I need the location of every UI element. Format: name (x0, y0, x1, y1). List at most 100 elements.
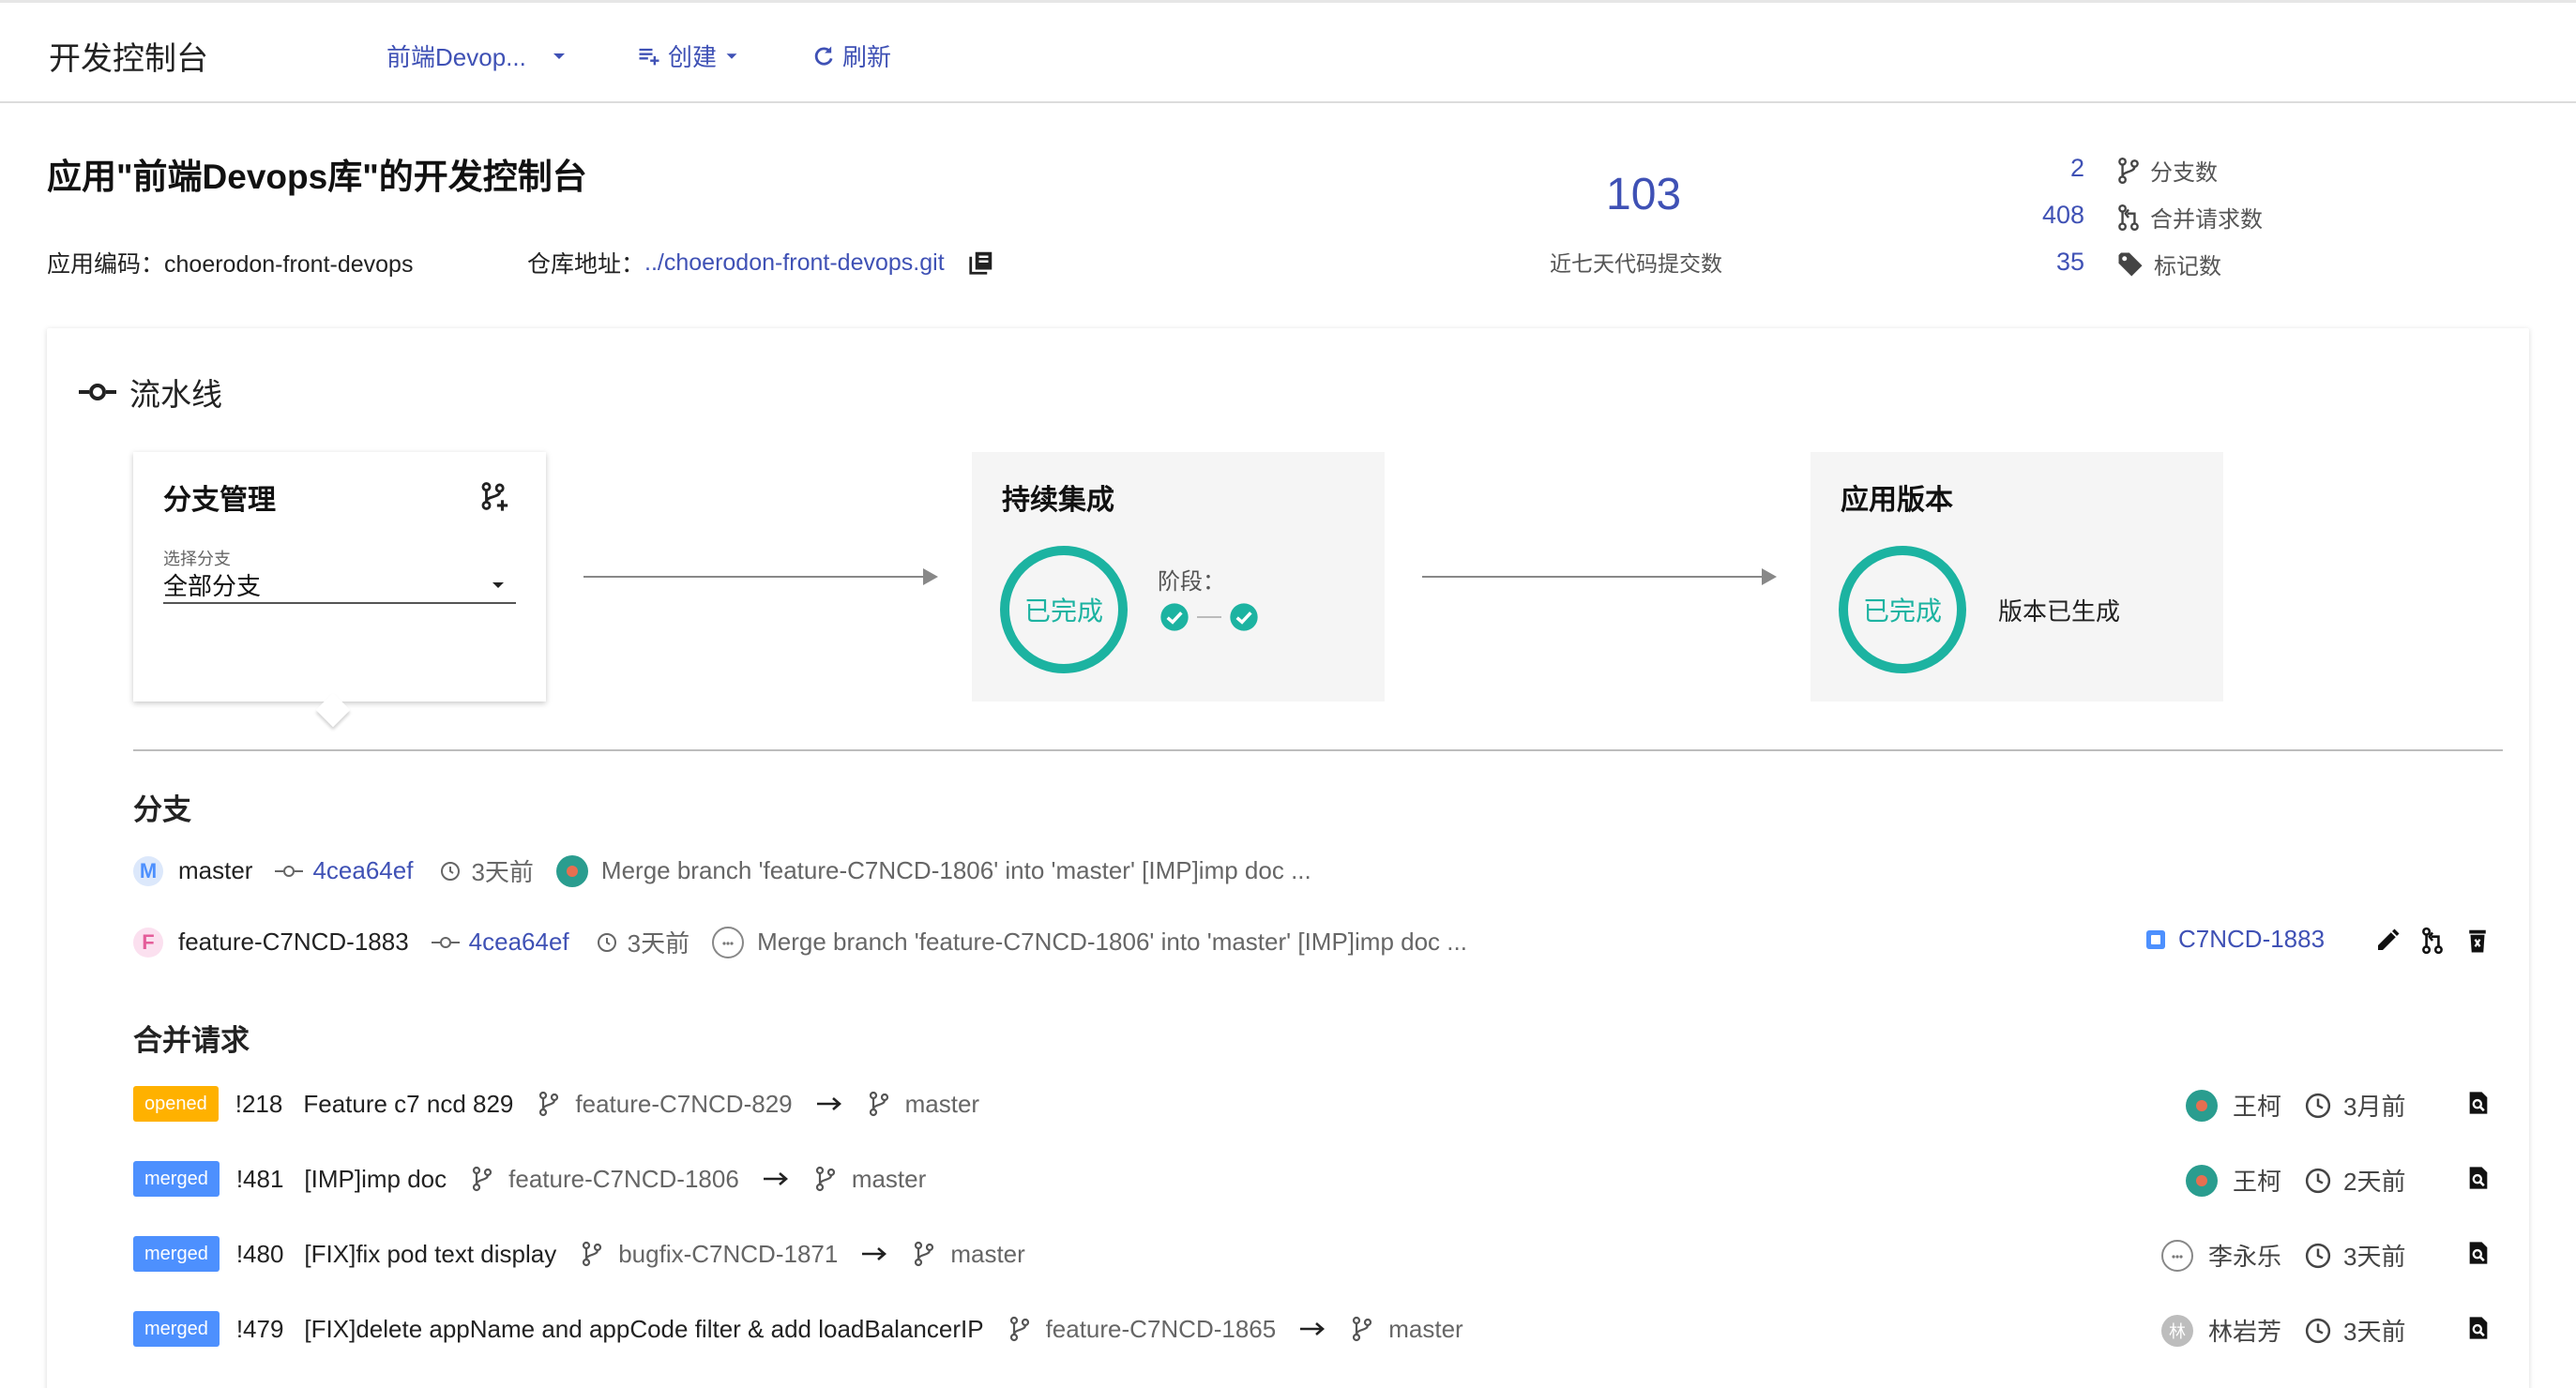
mr-time: 3天前 (2343, 1243, 2406, 1271)
author-avatar (2161, 1239, 2193, 1272)
create-label: 创建 (668, 43, 718, 71)
mr-id[interactable]: !479 (236, 1315, 284, 1344)
mr-id[interactable]: !218 (235, 1090, 283, 1119)
mr-status-badge: merged (133, 1236, 220, 1272)
mr-target-branch: master (851, 1164, 927, 1193)
mr-id[interactable]: !481 (236, 1165, 284, 1194)
branch-icon (583, 1241, 602, 1267)
commit-icon (275, 865, 304, 877)
copy-icon[interactable] (967, 249, 995, 277)
mr-meta: 李永乐 3天前 (2161, 1238, 2405, 1273)
mr-meta: 林 林岩芳 3天前 (2161, 1313, 2405, 1348)
phase-connector (1197, 616, 1221, 618)
branch-select-value: 全部分支 (163, 571, 262, 600)
branch-icon (869, 1091, 888, 1117)
mr-source-branch: feature-C7NCD-1806 (508, 1164, 739, 1193)
view-detail-icon[interactable] (2465, 1315, 2492, 1341)
branch-letter-avatar: M (133, 855, 163, 886)
mr-time: 2天前 (2343, 1168, 2406, 1196)
issue-code: C7NCD-1883 (2178, 925, 2326, 953)
mr-status-badge: opened (133, 1086, 219, 1122)
tag-icon (2118, 252, 2143, 276)
caret-down-icon (553, 53, 565, 59)
phase-label: 阶段： (1158, 569, 1225, 595)
edit-icon[interactable] (2373, 927, 2402, 955)
arrow-right-icon (816, 1097, 841, 1110)
caret-down-icon (492, 582, 504, 588)
branch-issue[interactable]: C7NCD-1883 (2144, 925, 2325, 954)
mr-source-branch: feature-C7NCD-1865 (1045, 1314, 1277, 1343)
branch-settings-icon[interactable] (478, 480, 510, 512)
playlist-add-icon (639, 48, 659, 65)
mr-target-branch: master (904, 1089, 980, 1118)
stat-label-text: 标记数 (2154, 254, 2221, 279)
mr-author: 李永乐 (2208, 1243, 2282, 1271)
mr-author: 王柯 (2233, 1168, 2282, 1196)
default-avatar-icon (2172, 1254, 2183, 1259)
mr-source-branch: feature-C7NCD-829 (575, 1089, 793, 1118)
stat-label-text: 分支数 (2150, 160, 2218, 186)
mr-title[interactable]: [FIX]fix pod text display (304, 1240, 556, 1269)
ci-stage[interactable]: 持续集成 已完成 阶段： (972, 452, 1385, 702)
commit-message: Merge branch 'feature-C7NCD-1806' into '… (757, 928, 1467, 956)
branch-count: 2 (2069, 154, 2084, 182)
commit-hash[interactable]: 4cea64ef (312, 856, 413, 885)
merge-request-row: merged !480 [FIX]fix pod text display bu… (133, 1236, 1025, 1272)
view-detail-icon[interactable] (2465, 1165, 2492, 1191)
arrow-right-icon (763, 1172, 788, 1185)
flow-arrow (583, 576, 931, 578)
author-avatar (712, 926, 745, 958)
caret-down-icon (726, 53, 737, 59)
mr-title[interactable]: Feature c7 ncd 829 (303, 1090, 513, 1119)
branch-select[interactable]: 全部分支 (163, 566, 516, 604)
version-status-ring: 已完成 (1839, 546, 1966, 673)
commit-time: 3天前 (471, 858, 534, 886)
branch-icon (473, 1166, 492, 1192)
app-version-stage[interactable]: 应用版本 已完成 版本已生成 (1811, 452, 2223, 702)
merge-request-count-label: 合并请求数 (2116, 201, 2263, 234)
author-avatar (2186, 1089, 2218, 1122)
merge-request-row: merged !481 [IMP]imp doc feature-C7NCD-1… (133, 1161, 926, 1197)
branch-row: M master 4cea64ef 3天前 Merge branch 'feat… (133, 853, 1311, 888)
branch-icon (2118, 157, 2139, 184)
branch-name[interactable]: master (178, 856, 252, 885)
mr-meta: 王柯 3月前 (2186, 1088, 2405, 1123)
merge-request-count: 408 (2041, 201, 2084, 229)
view-detail-icon[interactable] (2465, 1240, 2492, 1266)
branch-name[interactable]: feature-C7NCD-1883 (178, 928, 409, 957)
commit-count: 103 (1606, 170, 1682, 219)
commit-count-label: 近七天代码提交数 (1550, 251, 1722, 276)
mr-title[interactable]: [FIX]delete appName and appCode filter &… (304, 1315, 983, 1344)
author-avatar (2186, 1164, 2218, 1197)
phase-steps (1159, 602, 1259, 632)
refresh-label: 刷新 (842, 43, 892, 71)
refresh-icon (814, 46, 833, 66)
clock-icon (2305, 1093, 2331, 1118)
pipeline-title-text: 流水线 (129, 377, 222, 412)
mr-id[interactable]: !480 (236, 1240, 284, 1269)
branch-icon (1009, 1316, 1029, 1342)
section-divider (133, 749, 2503, 751)
view-detail-icon[interactable] (2465, 1090, 2492, 1116)
app-select[interactable]: 前端Devop... (386, 38, 569, 73)
clock-icon (441, 861, 461, 881)
mr-title[interactable]: [IMP]imp doc (304, 1165, 447, 1194)
repo-address: 仓库地址： ../choerodon-front-devops.git (527, 246, 995, 279)
commit-hash[interactable]: 4cea64ef (469, 928, 569, 957)
branch-icon (539, 1091, 559, 1117)
default-avatar-icon (722, 941, 734, 945)
stage-title: 分支管理 (163, 485, 276, 516)
merge-request-icon[interactable] (2418, 927, 2447, 955)
delete-icon[interactable] (2463, 927, 2492, 955)
app-code: 应用编码：choerodon-front-devops (47, 246, 413, 279)
mr-author: 林岩芳 (2208, 1318, 2282, 1346)
clock-icon (2305, 1243, 2331, 1268)
tag-count: 35 (2055, 248, 2084, 276)
merge-requests-title: 合并请求 (133, 1024, 250, 1057)
pipeline-icon (79, 384, 116, 400)
branch-icon (815, 1166, 835, 1192)
refresh-button[interactable]: 刷新 (811, 38, 891, 73)
create-button[interactable]: 创建 (636, 38, 741, 73)
author-avatar (555, 854, 588, 887)
repo-link[interactable]: ../choerodon-front-devops.git (644, 249, 945, 277)
